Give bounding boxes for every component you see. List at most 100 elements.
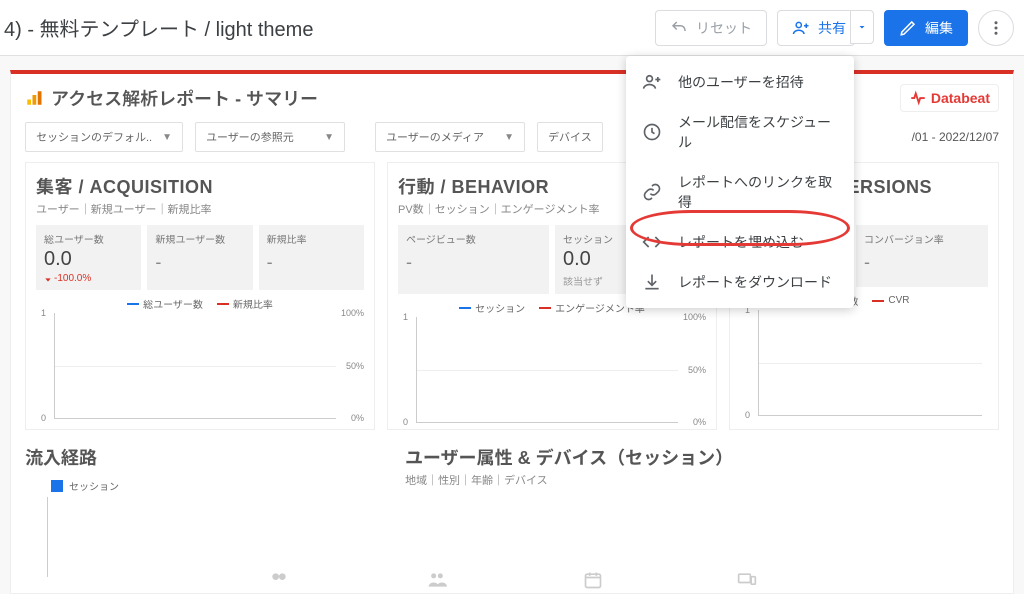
filter-label: セッションのデフォル.. [36,129,152,145]
swatch-icon [51,480,63,492]
filter-label: ユーザーのメディア [386,129,484,145]
download-icon [642,272,662,292]
metric-total-users: 総ユーザー数 0.0 -100.0% [36,225,141,290]
metric-empty: - [267,252,356,273]
axis-label: 0 [403,417,408,427]
arrow-down-icon [44,275,52,283]
toolbar: 4) - 無料テンプレート / light theme リセット 共有 編集 [0,0,1024,56]
axis-label: 0 [41,413,46,423]
toolbar-actions: リセット 共有 編集 [655,10,1014,46]
pencil-icon [899,19,917,37]
share-menu-label: レポートをダウンロード [678,272,832,292]
legend-label: 総ユーザー数 [143,296,203,311]
people-icon [265,570,293,590]
card-subtitle: ユーザー｜新規ユーザー｜新規比率 [36,201,364,217]
share-menu-label: メール配信をスケジュール [678,112,838,152]
report-canvas: アクセス解析レポート - サマリー Databeat セッションのデフォル.. ▼… [0,56,1024,594]
card-user-attributes: ユーザー属性 & デバイス（セッション） 地域｜性別｜年齢｜デバイス [405,444,733,577]
card-acquisition: 集客 / ACQUISITION ユーザー｜新規ユーザー｜新規比率 総ユーザー数… [25,162,375,430]
filter-device[interactable]: デバイス [537,122,603,152]
share-menu-label: 他のユーザーを招待 [678,72,804,92]
edit-button[interactable]: 編集 [884,10,968,46]
person-add-icon [792,19,810,37]
edit-label: 編集 [925,18,953,38]
link-icon [642,182,662,202]
person-add-icon [642,72,662,92]
share-button[interactable]: 共有 [777,10,855,46]
metric-empty: - [406,252,541,273]
swatch-icon [539,307,551,309]
undo-icon [670,19,688,37]
card-traffic-source: 流入経路 セッション [25,444,375,577]
share-menu-invite[interactable]: 他のユーザーを招待 [626,62,854,102]
gridline [417,370,678,371]
section-title: 流入経路 [25,444,375,470]
axis-label: 0 [745,410,750,420]
page-title: 4) - 無料テンプレート / light theme [4,13,655,42]
bar-chart [47,497,375,577]
reset-label: リセット [696,18,752,38]
row2: 流入経路 セッション ユーザー属性 & デバイス（セッション） 地域｜性別｜年齢… [25,444,999,577]
more-vert-icon [987,19,1005,37]
calendar-icon [581,570,605,590]
axis-label: 100% [683,312,706,322]
axis-label: 100% [341,308,364,318]
axis-label: 50% [346,361,364,371]
brand-label: Databeat [931,90,990,106]
share-menu-label: レポートを埋め込む [678,232,804,252]
chart-legend: 総ユーザー数 新規比率 [36,296,364,311]
report-title: アクセス解析レポート - サマリー [51,85,318,111]
share-dropdown-button[interactable] [850,10,874,44]
metric-label: 新規ユーザー数 [155,231,244,246]
bottom-icons [0,570,1024,590]
share-menu: 他のユーザーを招待 メール配信をスケジュール レポートへのリンクを取得 レポート… [626,56,854,308]
legend-item: 新規比率 [217,296,273,311]
share-menu-getlink[interactable]: レポートへのリンクを取得 [626,162,854,222]
legend-label: セッション [475,300,525,315]
axis-label: 50% [688,365,706,375]
axis-label: 0% [693,417,706,427]
chevron-down-icon: ▼ [324,132,334,143]
group-icon [423,570,451,590]
filter-referrer[interactable]: ユーザーの参照元▼ [195,122,345,152]
gridline [55,366,336,367]
share-menu-label: レポートへのリンクを取得 [678,172,838,212]
date-range[interactable]: /01 - 2022/12/07 [912,122,999,152]
legend-item: 総ユーザー数 [127,296,203,311]
gridline [759,363,982,364]
axis-label: 1 [403,312,408,322]
swatch-icon [127,303,139,305]
filter-session-default[interactable]: セッションのデフォル.. ▼ [25,122,183,152]
swatch-icon [217,303,229,305]
more-button[interactable] [978,10,1014,46]
chevron-down-icon: ▼ [162,132,172,143]
metric-empty: - [864,252,980,273]
line-chart: 1 0 [758,310,982,416]
metric-empty: - [155,252,244,273]
metric-label: ページビュー数 [406,231,541,246]
section-subtitle: 地域｜性別｜年齢｜デバイス [405,472,733,488]
legend-item: CVR [872,293,909,308]
share-menu-download[interactable]: レポートをダウンロード [626,262,854,302]
section-title: ユーザー属性 & デバイス（セッション） [405,444,733,470]
metric-pageviews: ページビュー数 - [398,225,549,294]
metric-value: 0.0 [44,248,133,271]
legend-item: セッション [459,300,525,315]
metrics: 総ユーザー数 0.0 -100.0% 新規ユーザー数 - 新規比率 - [36,225,364,290]
chevron-down-icon: ▼ [504,132,514,143]
filter-media[interactable]: ユーザーのメディア ▼ [375,122,525,152]
reset-button[interactable]: リセット [655,10,767,46]
axis-label: 0% [351,413,364,423]
metric-new-users: 新規ユーザー数 - [147,225,252,290]
metric-label: コンバージョン率 [864,231,980,246]
axis-label: 1 [41,308,46,318]
line-chart: 1 0 100% 50% 0% [54,313,336,419]
share-menu-embed[interactable]: レポートを埋め込む [626,222,854,262]
legend-label: セッション [69,478,119,493]
share-menu-schedule[interactable]: メール配信をスケジュール [626,102,854,162]
card-title: 集客 / ACQUISITION [36,173,364,199]
metric-cvr: コンバージョン率 - [856,225,988,287]
swatch-icon [459,307,471,309]
share-label: 共有 [818,18,846,38]
legend-label: CVR [888,295,909,306]
